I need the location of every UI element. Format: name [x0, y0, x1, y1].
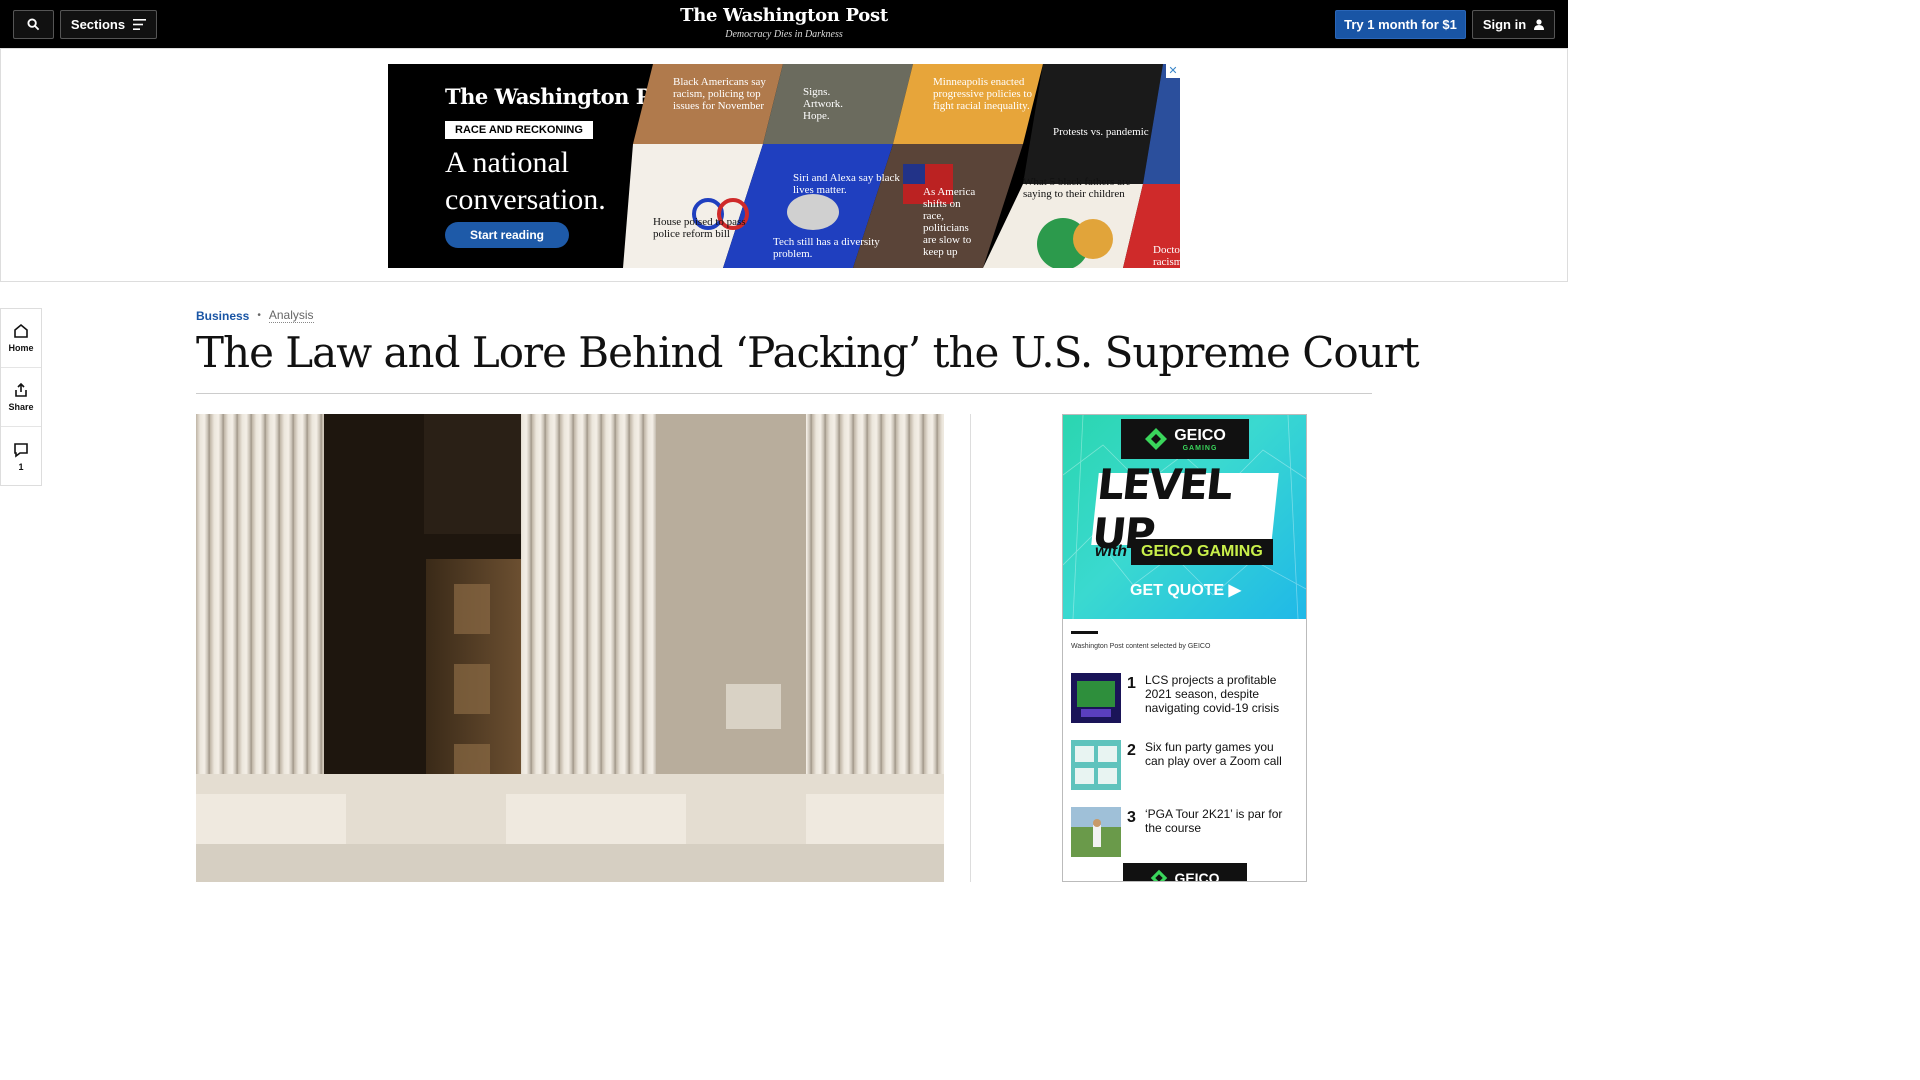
- level-up-headline: LEVEL UP: [1090, 460, 1279, 558]
- geico-diamond-icon: [1151, 869, 1168, 881]
- share-label: Share: [8, 402, 34, 412]
- ad-tile: House poised to pass police reform bill: [653, 216, 746, 240]
- geico-bottom-brand: GEICO: [1174, 870, 1220, 882]
- sign-in-button[interactable]: Sign in: [1472, 10, 1555, 39]
- lead-image-supreme-court-columns[interactable]: [196, 414, 944, 882]
- left-action-rail: Home Share 1: [0, 308, 42, 486]
- ad-tag: RACE AND RECKONING: [445, 121, 593, 139]
- get-quote-button[interactable]: GET QUOTE ▶: [1063, 580, 1306, 600]
- headline-divider: [196, 393, 1372, 394]
- lead-image-art: [196, 414, 944, 882]
- list-item-number: 3: [1127, 809, 1136, 826]
- comments-button[interactable]: 1: [1, 427, 41, 486]
- site-tagline: Democracy Dies in Darkness: [725, 29, 843, 40]
- ad-tile: As America shifts on race, politicians a…: [923, 186, 976, 258]
- geico-ad-hero[interactable]: GEICO GAMING LEVEL UP with GEICO GAMING …: [1063, 415, 1306, 619]
- column-divider: [970, 414, 971, 882]
- ad-tile: What 5 black fathers are saying to their…: [1023, 176, 1131, 200]
- selected-by-label: Washington Post content selected by GEIC…: [1071, 643, 1211, 650]
- ad-tile: Minneapolis enacted progressive policies…: [933, 76, 1032, 112]
- ad-tile: Doctors racism in h: [1153, 244, 1180, 268]
- sign-in-label: Sign in: [1482, 17, 1527, 32]
- list-item[interactable]: 1 LCS projects a profitable 2021 season,…: [1071, 673, 1301, 723]
- list-item-number: 2: [1127, 742, 1136, 759]
- geico-bottom-logo: GEICO: [1123, 863, 1247, 882]
- with-geico-gaming: with GEICO GAMING: [1095, 539, 1273, 565]
- home-button[interactable]: Home: [1, 309, 41, 368]
- ad-start-reading-button[interactable]: Start reading: [445, 222, 569, 248]
- subscribe-button[interactable]: Try 1 month for $1: [1335, 10, 1466, 39]
- geico-gaming-label: GEICO GAMING: [1131, 539, 1273, 565]
- user-icon: [1534, 19, 1545, 30]
- share-icon: [15, 382, 27, 397]
- side-ad-geico[interactable]: GEICO GAMING LEVEL UP with GEICO GAMING …: [1062, 414, 1307, 882]
- section-link[interactable]: Business: [196, 309, 249, 323]
- list-item-thumbnail: [1071, 807, 1121, 857]
- list-item-title[interactable]: ‘PGA Tour 2K21’ is par for the course: [1145, 807, 1295, 835]
- geico-brand-sub: GAMING: [1182, 444, 1218, 452]
- comment-count: 1: [18, 461, 24, 472]
- list-item[interactable]: 3 ‘PGA Tour 2K21’ is par for the course: [1071, 807, 1301, 857]
- list-item-thumbnail: [1071, 673, 1121, 723]
- share-button[interactable]: Share: [1, 368, 41, 427]
- analysis-label[interactable]: Analysis: [268, 308, 314, 323]
- article-headline: The Law and Lore Behind ‘Packing’ the U.…: [196, 328, 1420, 377]
- list-item-title[interactable]: Six fun party games you can play over a …: [1145, 740, 1295, 768]
- selected-divider: [1071, 631, 1098, 634]
- comment-icon: [14, 442, 28, 458]
- list-item[interactable]: 2 Six fun party games you can play over …: [1071, 740, 1301, 790]
- list-item-thumbnail: [1071, 740, 1121, 790]
- ad-close-icon[interactable]: ✕: [1166, 64, 1180, 78]
- home-label: Home: [8, 343, 34, 353]
- home-icon: [14, 323, 28, 338]
- geico-gaming-logo: GEICO GAMING: [1121, 419, 1249, 459]
- site-logo[interactable]: The Washington Post: [0, 5, 1568, 26]
- masthead[interactable]: The Washington Post Democracy Dies in Da…: [0, 5, 1568, 40]
- ad-tile: Tech still has a diversity problem.: [773, 236, 880, 260]
- ad-tile: Black Americans say racism, policing top…: [673, 76, 766, 112]
- geico-diamond-icon: [1145, 428, 1168, 450]
- ad-collage: Black Americans say racism, policing top…: [623, 64, 1180, 268]
- kicker-separator: •: [257, 310, 261, 321]
- top-ad-banner[interactable]: The Washington Post RACE AND RECKONING A…: [388, 64, 1180, 268]
- top-navigation-bar: Sections The Washington Post Democracy D…: [0, 0, 1568, 48]
- list-item-number: 1: [1127, 675, 1136, 692]
- list-item-title[interactable]: LCS projects a profitable 2021 season, d…: [1145, 673, 1295, 715]
- article-kicker: Business • Analysis: [196, 308, 314, 323]
- geico-brand: GEICO: [1174, 426, 1226, 444]
- with-label: with: [1095, 543, 1127, 560]
